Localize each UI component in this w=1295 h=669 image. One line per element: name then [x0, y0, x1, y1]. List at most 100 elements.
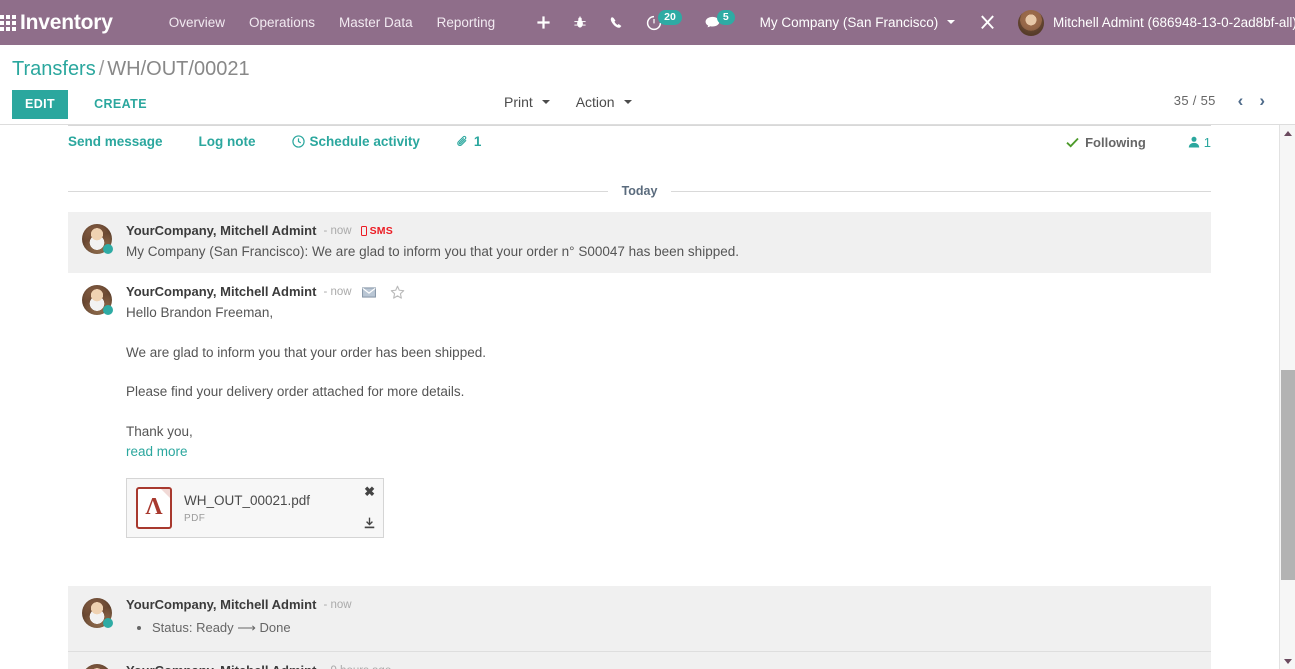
log-note-button[interactable]: Log note: [199, 134, 256, 149]
avatar: [82, 285, 113, 316]
create-button[interactable]: CREATE: [80, 90, 157, 119]
message-body: YourCompany, Mitchell Admint - now SMS M…: [126, 223, 1199, 261]
chatter-content: Send message Log note Schedule activity: [0, 125, 1279, 669]
menu-operations[interactable]: Operations: [237, 0, 327, 45]
plus-icon[interactable]: [525, 0, 562, 45]
bug-icon-glyph: [574, 16, 586, 28]
message-header: YourCompany, Mitchell Admint - 9 hours a…: [126, 663, 1199, 669]
message-timestamp: - now: [323, 286, 352, 299]
app-brand-inventory[interactable]: Inventory: [16, 11, 119, 35]
message-author: YourCompany, Mitchell Admint: [126, 597, 317, 613]
message-body: YourCompany, Mitchell Admint - 9 hours a…: [126, 663, 1199, 669]
close-x-icon-glyph: [981, 15, 994, 29]
system-tray: 20 5: [525, 0, 746, 45]
message-item-tracking-done: YourCompany, Mitchell Admint - now Statu…: [68, 586, 1211, 651]
breadcrumb-transfers[interactable]: Transfers: [12, 58, 96, 80]
day-separator-line-left: [68, 190, 608, 192]
attachment-filename: WH_OUT_00021.pdf: [184, 492, 311, 508]
avatar: [82, 663, 112, 669]
mobile-icon: [360, 226, 367, 237]
schedule-activity-button[interactable]: Schedule activity: [291, 134, 420, 149]
scroll-down-arrow-icon[interactable]: [1280, 653, 1295, 669]
online-status-dot: [103, 305, 113, 316]
company-selector-label: My Company (San Francisco): [759, 15, 939, 30]
menu-overview[interactable]: Overview: [157, 0, 237, 45]
user-menu-label: Mitchell Admint (686948-13-0-2ad8bf-all): [1052, 15, 1295, 30]
main-menu-bar: Overview Operations Master Data Reportin…: [157, 0, 507, 45]
day-separator: Today: [68, 184, 1212, 198]
message-header: YourCompany, Mitchell Admint - now: [126, 597, 1199, 614]
star-icon[interactable]: [390, 285, 405, 300]
record-pager: 35 / 55 ‹ ›: [1174, 92, 1273, 109]
attachment-delete-icon[interactable]: ✖: [364, 485, 375, 498]
edit-button[interactable]: EDIT: [12, 90, 69, 119]
avatar: [1017, 9, 1044, 36]
avatar: [82, 598, 113, 629]
log-note-label: Log note: [198, 134, 256, 149]
phone-icon[interactable]: [598, 0, 635, 45]
attachment-card[interactable]: Λ WH_OUT_00021.pdf PDF ✖: [126, 478, 384, 539]
activity-clock-icon[interactable]: 20: [635, 0, 693, 45]
message-header: YourCompany, Mitchell Admint - now SMS: [126, 223, 1199, 240]
envelope-icon[interactable]: [361, 287, 376, 298]
chatter-toolbar-left: Send message Log note Schedule activity: [68, 134, 481, 149]
close-x-icon[interactable]: [965, 0, 1010, 45]
message-header: YourCompany, Mitchell Admint - now: [126, 284, 1199, 301]
paperclip-icon: [456, 135, 469, 148]
attachment-count: 1: [473, 134, 482, 149]
control-panel: Transfers / WH/OUT/00021 EDIT CREATE Print…: [0, 45, 1295, 125]
attachment-download-icon[interactable]: [364, 517, 375, 531]
chatter-toolbar: Send message Log note Schedule activity: [68, 125, 1211, 157]
tracking-value: Status: Ready ⟶ Done: [152, 618, 1199, 639]
followers-button[interactable]: 1: [1188, 135, 1211, 150]
company-selector[interactable]: My Company (San Francisco): [746, 0, 965, 45]
message-timestamp: - now: [323, 599, 352, 612]
message-item-tracking-ready: YourCompany, Mitchell Admint - 9 hours a…: [68, 650, 1211, 669]
tracking-value-list: Status: Ready ⟶ Done: [126, 618, 1199, 639]
menu-reporting[interactable]: Reporting: [425, 0, 508, 45]
plus-icon-glyph: [537, 16, 550, 29]
avatar-image: [82, 663, 112, 669]
followers-count-label: 1: [1203, 134, 1211, 150]
sms-badge-label: SMS: [369, 224, 393, 237]
chatter-panel: Send message Log note Schedule activity: [0, 125, 1279, 669]
message-item-email: YourCompany, Mitchell Admint - now Hello…: [68, 273, 1211, 550]
record-action-buttons: EDIT CREATE: [12, 90, 157, 119]
chevron-down-icon: [541, 100, 550, 105]
apps-menu-icon[interactable]: [0, 0, 16, 45]
user-menu[interactable]: Mitchell Admint (686948-13-0-2ad8bf-all): [1010, 0, 1295, 45]
following-toggle[interactable]: Following: [1066, 135, 1146, 150]
pdf-file-icon: Λ: [136, 487, 172, 530]
messages-icon[interactable]: 5: [693, 0, 746, 45]
send-message-button[interactable]: Send message: [68, 134, 163, 149]
vertical-scrollbar[interactable]: [1279, 125, 1295, 669]
message-text: Hello Brandon Freeman, We are glad to in…: [126, 303, 1199, 461]
apps-grid-glyph: [0, 14, 16, 31]
activity-badge-count: 20: [658, 9, 682, 26]
avatar: [82, 224, 113, 254]
message-body: YourCompany, Mitchell Admint - now Statu…: [126, 597, 1199, 639]
clock-icon: [291, 135, 305, 148]
online-status-dot: [103, 244, 113, 254]
message-body: YourCompany, Mitchell Admint - now Hello…: [126, 284, 1199, 539]
pager-next-icon[interactable]: ›: [1251, 92, 1273, 109]
email-signoff: Thank you,: [126, 424, 193, 440]
phone-icon-glyph: [610, 17, 622, 28]
message-text: My Company (San Francisco): We are glad …: [126, 243, 739, 259]
following-label: Following: [1085, 134, 1146, 150]
bug-icon[interactable]: [562, 0, 598, 45]
sms-badge[interactable]: SMS: [360, 224, 393, 239]
day-separator-line-right: [671, 190, 1212, 192]
action-dropdown[interactable]: Action: [570, 92, 638, 112]
attachment-filetype: PDF: [184, 513, 206, 525]
message-author: YourCompany, Mitchell Admint: [126, 223, 317, 238]
scrollbar-thumb[interactable]: [1281, 370, 1295, 580]
print-dropdown[interactable]: Print: [498, 92, 556, 112]
email-greeting: Hello Brandon Freeman,: [126, 305, 274, 321]
menu-master-data[interactable]: Master Data: [327, 0, 425, 45]
read-more-link[interactable]: read more: [126, 442, 188, 462]
record-dropdown-actions: Print Action: [498, 92, 638, 112]
attachments-button[interactable]: 1: [456, 134, 482, 149]
scroll-up-arrow-icon[interactable]: [1280, 125, 1295, 141]
pager-previous-icon[interactable]: ‹: [1230, 92, 1252, 109]
